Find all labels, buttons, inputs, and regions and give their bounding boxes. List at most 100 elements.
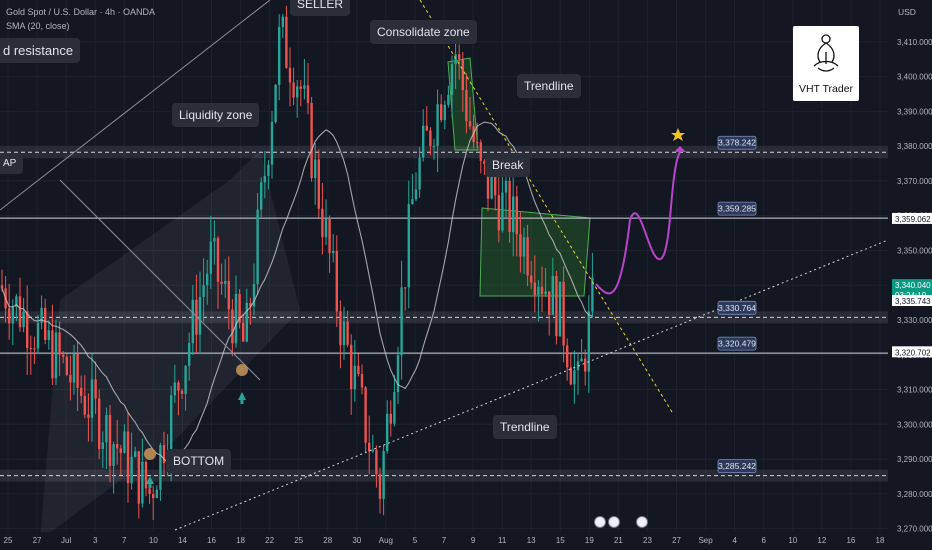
candle-body xyxy=(411,199,414,205)
candle-body xyxy=(378,474,382,499)
candle-body xyxy=(357,365,360,374)
seller-label: SELLER xyxy=(290,0,351,16)
candle-body xyxy=(332,250,335,254)
candle-body xyxy=(98,398,101,450)
candle-body xyxy=(368,442,371,452)
us-flag-icon[interactable] xyxy=(636,516,648,528)
us-flag-icon[interactable] xyxy=(608,516,620,528)
price-tick: 3,290.000 xyxy=(897,455,932,464)
candle-body xyxy=(141,461,144,504)
candle-body xyxy=(584,358,587,372)
candle-body xyxy=(54,332,58,379)
candle-body xyxy=(180,390,184,394)
bottom-label: BOTTOM xyxy=(166,449,232,473)
candle-body xyxy=(170,395,173,456)
us-flag-icon[interactable] xyxy=(594,516,606,528)
swing-low-marker xyxy=(144,448,156,460)
time-tick: 5 xyxy=(413,536,418,545)
candle-body xyxy=(551,275,554,315)
candle-body xyxy=(371,449,374,452)
chart-header: Gold Spot / U.S. Dollar · 4h · OANDA SMA… xyxy=(6,5,155,33)
candle-body xyxy=(407,204,410,288)
break-label: Break xyxy=(485,153,531,177)
candle-body xyxy=(227,280,230,310)
candle-body xyxy=(119,448,122,453)
candle-body xyxy=(386,413,389,452)
up-arrow-icon xyxy=(148,483,152,488)
candle-body xyxy=(134,451,137,457)
candle-body xyxy=(530,275,533,283)
candle-body xyxy=(90,379,94,418)
candle-body xyxy=(393,392,396,424)
time-tick: 10 xyxy=(788,536,797,545)
candle-body xyxy=(346,321,349,345)
candle-body xyxy=(51,330,54,379)
price-tick: 3,330.000 xyxy=(897,316,932,325)
candle-body xyxy=(562,281,565,346)
candle-body xyxy=(533,282,536,296)
candle-body xyxy=(418,157,421,190)
candle-body xyxy=(22,311,25,328)
candle-body xyxy=(220,281,223,284)
candle-body xyxy=(173,382,176,396)
candle-body xyxy=(328,219,331,254)
candle-body xyxy=(58,332,61,355)
candle-body xyxy=(494,176,497,196)
price-tick: 3,400.000 xyxy=(897,73,932,82)
candle-body xyxy=(537,286,540,296)
candle-body xyxy=(501,192,504,231)
candle-body xyxy=(497,195,500,231)
candle-body xyxy=(382,451,385,499)
candle-body xyxy=(87,414,90,418)
level-label: 3,320.479 xyxy=(718,339,756,349)
candle-body xyxy=(126,431,130,484)
candle-body xyxy=(105,414,108,443)
price-tick: 3,350.000 xyxy=(897,246,932,255)
candle-body xyxy=(62,354,65,357)
candle-body xyxy=(342,321,346,346)
candle-body xyxy=(191,299,194,344)
candle-body xyxy=(479,142,482,161)
candle-body xyxy=(80,387,83,396)
currency-label[interactable]: USD xyxy=(898,7,916,17)
liquidity-zone-label: Liquidity zone xyxy=(172,103,260,127)
candle-body xyxy=(137,451,140,504)
candle-body xyxy=(306,85,310,103)
time-tick: 28 xyxy=(323,536,332,545)
candle-body xyxy=(256,209,259,285)
time-tick: 13 xyxy=(527,536,536,545)
vht-trader-logo: VHT Trader xyxy=(793,26,859,101)
candle-body xyxy=(404,287,407,289)
candle-body xyxy=(504,180,508,193)
candle-body xyxy=(443,104,446,121)
candle-body xyxy=(515,196,518,235)
price-axis: 3,410.000 3,400.000 3,390.000 3,380.000 3,37… xyxy=(888,0,932,550)
candle-body xyxy=(29,348,32,350)
candle-body xyxy=(522,237,526,257)
candle-body xyxy=(76,353,79,388)
time-tick: Sep xyxy=(698,536,713,545)
candle-body xyxy=(152,493,155,499)
candle-body xyxy=(18,296,22,328)
trendline-bottom-label: Trendline xyxy=(493,415,557,439)
candle-body xyxy=(375,449,378,475)
candle-body xyxy=(335,250,338,312)
time-tick: 30 xyxy=(352,536,361,545)
candle-body xyxy=(148,488,151,494)
time-tick: 6 xyxy=(762,536,767,545)
candle-body xyxy=(476,142,479,144)
candle-body xyxy=(569,367,572,385)
time-tick: 22 xyxy=(265,536,274,545)
candle-body xyxy=(321,208,324,238)
time-tick: Jul xyxy=(61,536,71,545)
price-tag: 3,335.743 xyxy=(895,297,931,306)
candle-body xyxy=(580,358,583,362)
time-tick: 25 xyxy=(4,536,13,545)
time-tick: 3 xyxy=(93,536,98,545)
time-tick: 7 xyxy=(442,536,447,545)
candle-body xyxy=(461,59,464,91)
meditation-icon xyxy=(813,34,839,72)
candle-body xyxy=(101,442,104,450)
candle-body xyxy=(440,104,443,121)
candle-body xyxy=(396,355,400,393)
